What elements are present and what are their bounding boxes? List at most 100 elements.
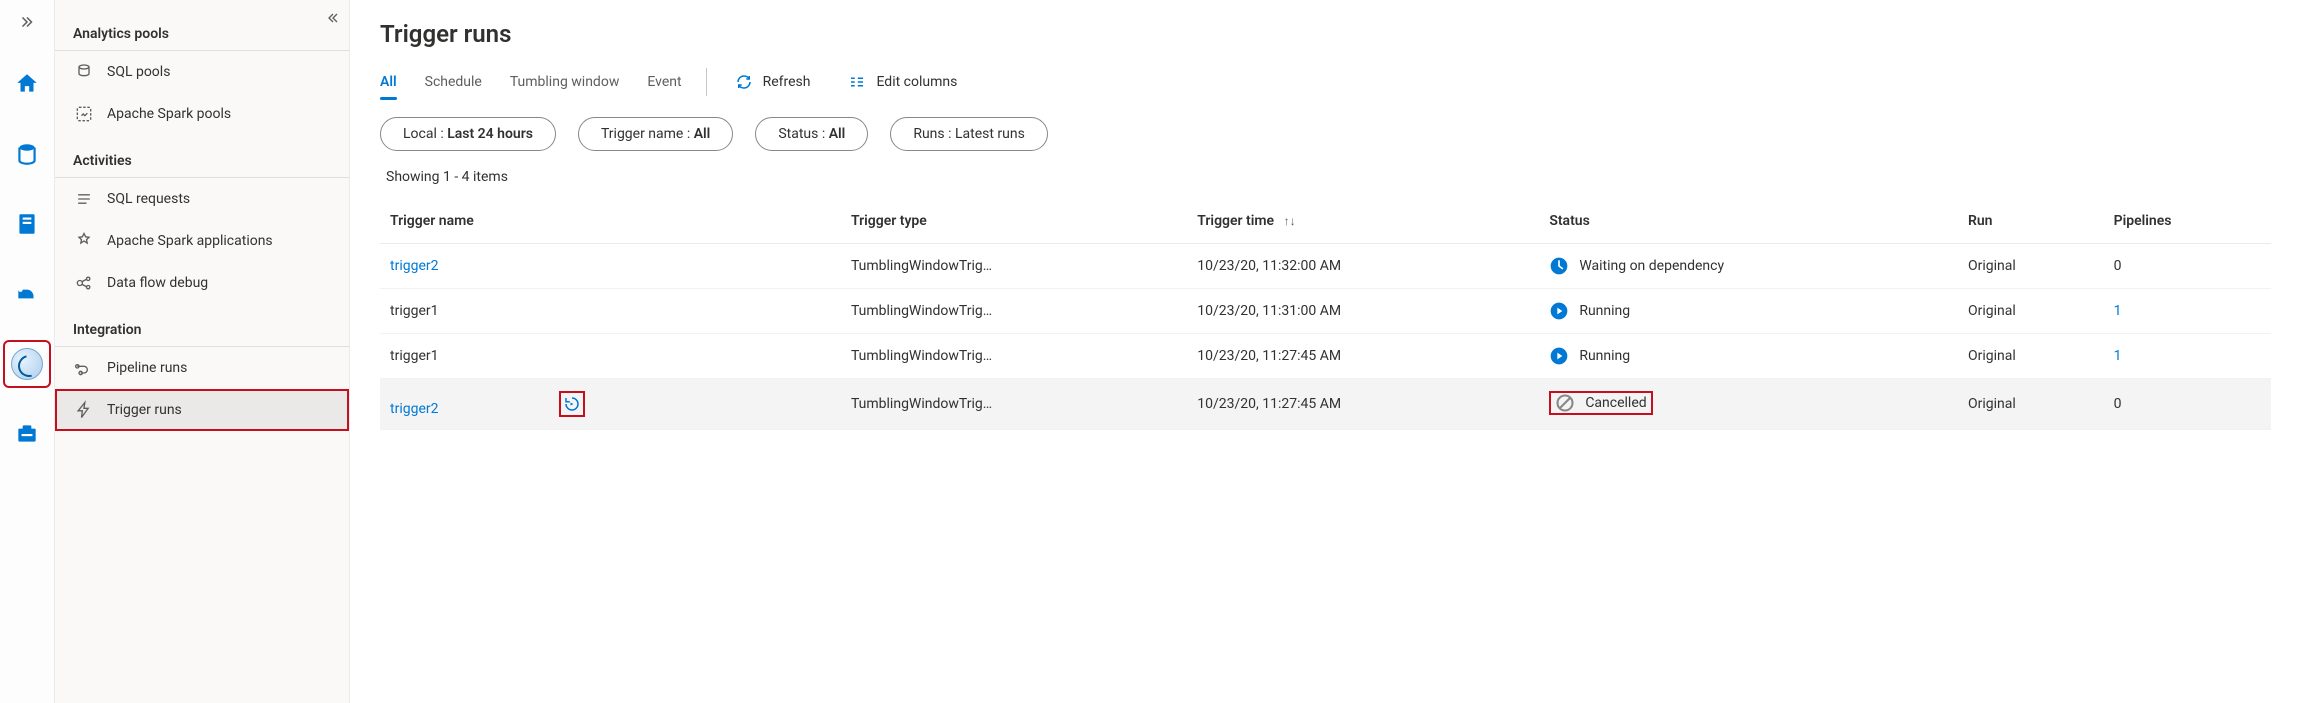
trigger-status: Waiting on dependency xyxy=(1539,244,1958,289)
rail-manage-icon[interactable] xyxy=(5,412,49,456)
sidebar-item-sql-requests[interactable]: SQL requests xyxy=(55,178,349,220)
sidebar-item-label: Apache Spark applications xyxy=(107,233,273,249)
refresh-button[interactable]: Refresh xyxy=(731,69,815,95)
sidebar-item-apache-spark-applications[interactable]: Apache Spark applications xyxy=(55,220,349,262)
trigger-name[interactable]: trigger2 xyxy=(390,258,439,274)
filter-value: Last 24 hours xyxy=(447,126,533,142)
sidebar-item-sql-pools[interactable]: SQL pools xyxy=(55,51,349,93)
sidebar-item-data-flow-debug[interactable]: Data flow debug xyxy=(55,262,349,304)
filter-value: All xyxy=(694,126,711,142)
rail-integrate-icon[interactable] xyxy=(5,272,49,316)
col-pipelines[interactable]: Pipelines xyxy=(2104,199,2271,244)
sort-arrows-icon: ↑↓ xyxy=(1284,214,1296,228)
tab-tumbling-window[interactable]: Tumbling window xyxy=(510,68,620,96)
pipeline-runs-icon xyxy=(73,357,95,379)
spark-applications-icon xyxy=(73,230,95,252)
sidebar-item-pipeline-runs[interactable]: Pipeline runs xyxy=(55,347,349,389)
edit-columns-icon xyxy=(848,73,866,91)
status-text: Running xyxy=(1579,303,1630,319)
table-row[interactable]: trigger2TumblingWindowTrig…10/23/20, 11:… xyxy=(380,379,2271,430)
sidebar-item-label: Pipeline runs xyxy=(107,360,187,376)
col-trigger-name[interactable]: Trigger name xyxy=(380,199,841,244)
filter-time-range[interactable]: Local : Last 24 hours xyxy=(380,117,556,151)
rerun-button[interactable] xyxy=(559,391,585,417)
trigger-time: 10/23/20, 11:32:00 AM xyxy=(1187,244,1539,289)
tab-row: All Schedule Tumbling window Event Refre… xyxy=(380,68,2271,97)
sidebar-item-apache-spark-pools[interactable]: Apache Spark pools xyxy=(55,93,349,135)
col-run[interactable]: Run xyxy=(1958,199,2104,244)
sidebar-section-analytics-pools: Analytics pools xyxy=(55,8,349,51)
run-kind: Original xyxy=(1958,244,2104,289)
trigger-type: TumblingWindowTrig… xyxy=(841,289,1187,334)
sidebar-item-label: SQL pools xyxy=(107,64,170,80)
showing-text: Showing 1 - 4 items xyxy=(386,169,2271,185)
expand-rail-icon[interactable] xyxy=(0,8,54,36)
waiting-status-icon xyxy=(1549,256,1569,276)
filter-trigger-name[interactable]: Trigger name : All xyxy=(578,117,733,151)
page-title: Trigger runs xyxy=(380,20,2271,48)
collapse-side-panel-icon[interactable] xyxy=(323,10,339,30)
filter-label: Status xyxy=(778,126,818,142)
filter-status[interactable]: Status : All xyxy=(755,117,868,151)
trigger-type: TumblingWindowTrig… xyxy=(841,334,1187,379)
col-trigger-time[interactable]: Trigger time ↑↓ xyxy=(1187,199,1539,244)
filter-value: All xyxy=(829,126,846,142)
sidebar-section-integration: Integration xyxy=(55,304,349,347)
trigger-name[interactable]: trigger2 xyxy=(390,401,439,417)
table-row[interactable]: trigger1TumblingWindowTrig…10/23/20, 11:… xyxy=(380,334,2271,379)
run-kind: Original xyxy=(1958,289,2104,334)
main-content: Trigger runs All Schedule Tumbling windo… xyxy=(350,0,2301,703)
sql-requests-icon xyxy=(73,188,95,210)
pipelines-count[interactable]: 1 xyxy=(2114,303,2122,319)
pipelines-count: 0 xyxy=(2114,396,2122,412)
sidebar-item-label: Trigger runs xyxy=(107,402,182,418)
rail-develop-icon[interactable] xyxy=(5,202,49,246)
sidebar-item-label: Apache Spark pools xyxy=(107,106,231,122)
filter-label: Trigger name xyxy=(601,126,683,142)
running-status-icon xyxy=(1549,301,1569,321)
rail-monitor-icon[interactable] xyxy=(5,342,49,386)
trigger-runs-table: Trigger name Trigger type Trigger time ↑… xyxy=(380,199,2271,430)
trigger-name: trigger1 xyxy=(390,303,439,319)
cancelled-status-icon xyxy=(1555,393,1575,413)
pipelines-count[interactable]: 1 xyxy=(2114,348,2122,364)
table-row[interactable]: trigger2 TumblingWindowTrig…10/23/20, 11:… xyxy=(380,244,2271,289)
col-trigger-type[interactable]: Trigger type xyxy=(841,199,1187,244)
pipelines-count: 0 xyxy=(2114,258,2122,274)
trigger-type: TumblingWindowTrig… xyxy=(841,379,1187,430)
status-text: Cancelled xyxy=(1585,395,1646,411)
sidebar-item-label: Data flow debug xyxy=(107,275,208,291)
filter-label: Runs xyxy=(913,126,944,142)
rail-home-icon[interactable] xyxy=(5,62,49,106)
tab-divider xyxy=(706,68,707,96)
tab-event[interactable]: Event xyxy=(647,68,681,96)
column-label: Trigger time xyxy=(1197,213,1274,229)
tabs: All Schedule Tumbling window Event xyxy=(380,68,682,96)
refresh-label: Refresh xyxy=(763,74,811,90)
table-row[interactable]: trigger1 TumblingWindowTrig…10/23/20, 11:… xyxy=(380,289,2271,334)
sidebar-item-label: SQL requests xyxy=(107,191,190,207)
table-header-row: Trigger name Trigger type Trigger time ↑… xyxy=(380,199,2271,244)
filter-row: Local : Last 24 hours Trigger name : All… xyxy=(380,117,2271,151)
trigger-type: TumblingWindowTrig… xyxy=(841,244,1187,289)
run-kind: Original xyxy=(1958,379,2104,430)
sidebar-section-activities: Activities xyxy=(55,135,349,178)
tab-all[interactable]: All xyxy=(380,68,397,96)
status-text: Running xyxy=(1579,348,1630,364)
trigger-status: Running xyxy=(1539,289,1958,334)
trigger-runs-icon xyxy=(73,399,95,421)
trigger-time: 10/23/20, 11:27:45 AM xyxy=(1187,334,1539,379)
filter-label: Local xyxy=(403,126,437,142)
edit-columns-label: Edit columns xyxy=(876,74,957,90)
trigger-time: 10/23/20, 11:31:00 AM xyxy=(1187,289,1539,334)
filter-runs[interactable]: Runs : Latest runs xyxy=(890,117,1048,151)
run-kind: Original xyxy=(1958,334,2104,379)
left-icon-rail xyxy=(0,0,55,703)
side-panel: Analytics pools SQL pools Apache Spark p… xyxy=(55,0,350,703)
edit-columns-button[interactable]: Edit columns xyxy=(844,69,961,95)
col-status[interactable]: Status xyxy=(1539,199,1958,244)
status-text: Waiting on dependency xyxy=(1579,258,1724,274)
rail-data-icon[interactable] xyxy=(5,132,49,176)
sidebar-item-trigger-runs[interactable]: Trigger runs xyxy=(55,389,349,431)
tab-schedule[interactable]: Schedule xyxy=(425,68,482,96)
